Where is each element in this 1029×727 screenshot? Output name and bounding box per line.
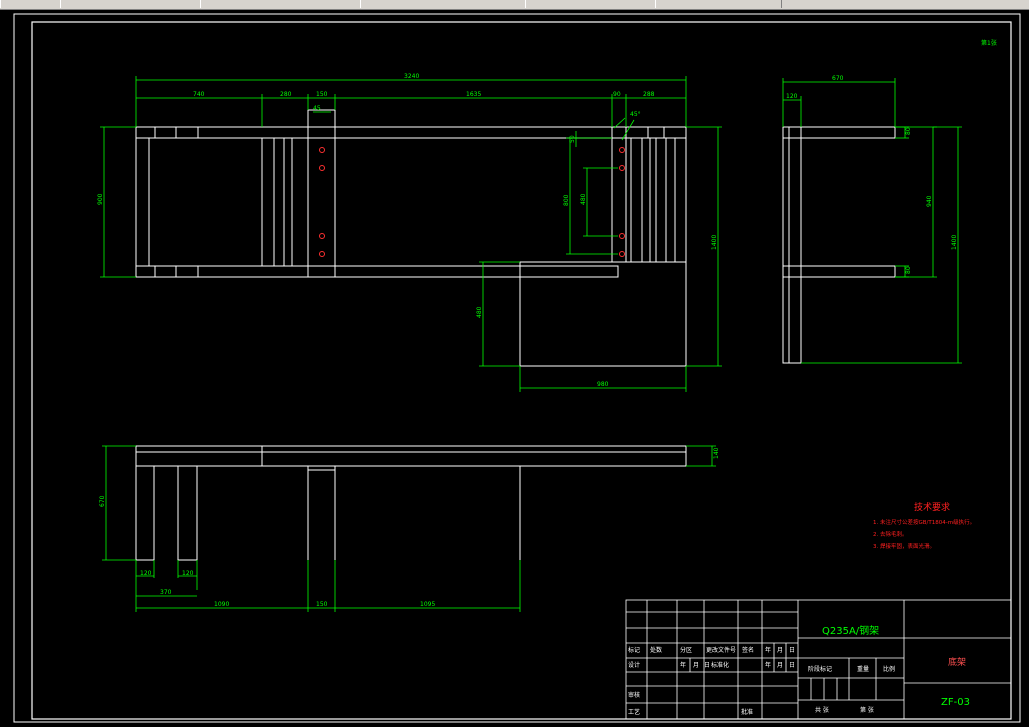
tb-check-label: 审核 [628,691,640,699]
dim-small-50: 50 [569,135,576,143]
dim-90: 90 [613,91,621,98]
toolbar-tab-2[interactable] [60,0,202,8]
tb-mark-label: 标记 [628,646,640,654]
toolbar-tab-4[interactable] [360,0,527,8]
tb-sheet-no: 第 张 [860,706,874,714]
side-dim-80-bottom: 80 [905,266,912,274]
dim-height-1400: 1400 [711,235,718,250]
tb-standard-day: 日 [789,662,795,669]
dim-740: 740 [193,91,205,98]
tb-design-month: 月 [693,662,699,669]
bottom-dim-1090: 1090 [214,601,229,608]
dim-height-900: 900 [97,193,104,205]
tb-design-year: 年 [680,661,686,669]
tech-line-2: 2. 去除毛刺。 [873,530,908,538]
tb-year-label: 年 [765,646,771,654]
dim-280: 280 [280,91,292,98]
bottom-view [135,445,687,561]
tb-part-name: 底架 [948,656,966,668]
front-holes [319,147,625,257]
bottom-dim-120-b: 120 [182,570,194,577]
tb-standard-label: 标准化 [711,661,729,669]
front-lower-box [519,261,687,367]
bottom-dim-140: 140 [713,447,720,459]
cad-toolbar-strip [0,0,1029,10]
tech-title: 技术要求 [914,501,950,513]
toolbar-tab-1[interactable] [0,0,62,8]
toolbar-tab-6[interactable] [655,0,782,8]
tb-weight-label: 重量 [857,665,869,673]
dim-150: 150 [316,91,328,98]
tb-design-label: 设计 [628,661,640,669]
side-dim-940: 940 [926,195,933,207]
tb-sign-label: 签名 [742,646,754,654]
outer-frame [13,13,1021,723]
side-dimensions [782,78,962,364]
tb-month-label: 月 [777,647,783,654]
tb-zone-label: 分区 [680,646,692,654]
dim-holes-480: 480 [580,193,587,205]
dim-hole-45: 45 [313,105,321,112]
cad-drawing-canvas[interactable]: 第1张 3240 740 280 150 1635 90 288 45 45° … [0,10,1029,727]
front-view [135,109,687,367]
side-dim-120: 120 [786,93,798,100]
tb-sheets-total: 共 张 [815,706,829,714]
tb-approve-label: 批准 [741,708,753,716]
dim-overall-width: 3240 [404,73,419,80]
front-bottom-rail [135,265,619,278]
tb-count-label: 处数 [650,646,662,654]
tech-line-3: 3. 焊接牢固，表面光滑。 [873,542,935,550]
tb-drawing-no: ZF-03 [941,697,970,708]
dim-angle: 45° [630,111,641,118]
bottom-dim-120-a: 120 [140,570,152,577]
tb-process-label: 工艺 [628,708,640,716]
dim-lower-980: 980 [597,381,609,388]
dim-288: 288 [643,91,655,98]
tb-scale-label: 比例 [883,665,895,673]
bottom-dim-370: 370 [160,589,172,596]
toolbar-tab-3[interactable] [200,0,362,8]
tech-line-1: 1. 未注尺寸公差按GB/T1804-m级执行。 [873,518,975,526]
corner-mark: 第1张 [981,39,997,47]
tb-standard-month: 月 [777,662,783,669]
side-view [782,126,896,364]
front-dimensions [100,76,722,392]
bottom-dim-150: 150 [316,601,328,608]
toolbar-tab-5[interactable] [525,0,657,8]
dim-lower-480: 480 [476,306,483,318]
tb-material: Q235A/钢架 [822,624,879,637]
bottom-dim-670: 670 [99,495,106,507]
side-dim-1400: 1400 [951,235,958,250]
side-dim-80-top: 80 [905,127,912,135]
tb-standard-year: 年 [765,661,771,669]
bottom-dimensions [102,445,716,612]
front-top-rail [135,126,687,139]
dim-holes-800: 800 [563,194,570,206]
tb-change-label: 更改文件号 [706,646,736,654]
side-dim-670: 670 [832,75,844,82]
bottom-dim-1095: 1095 [420,601,435,608]
tb-day-label: 日 [789,647,795,654]
tb-stage-label: 阶段标记 [808,665,832,673]
dim-1635: 1635 [466,91,481,98]
tb-design-day: 日 [704,662,710,669]
